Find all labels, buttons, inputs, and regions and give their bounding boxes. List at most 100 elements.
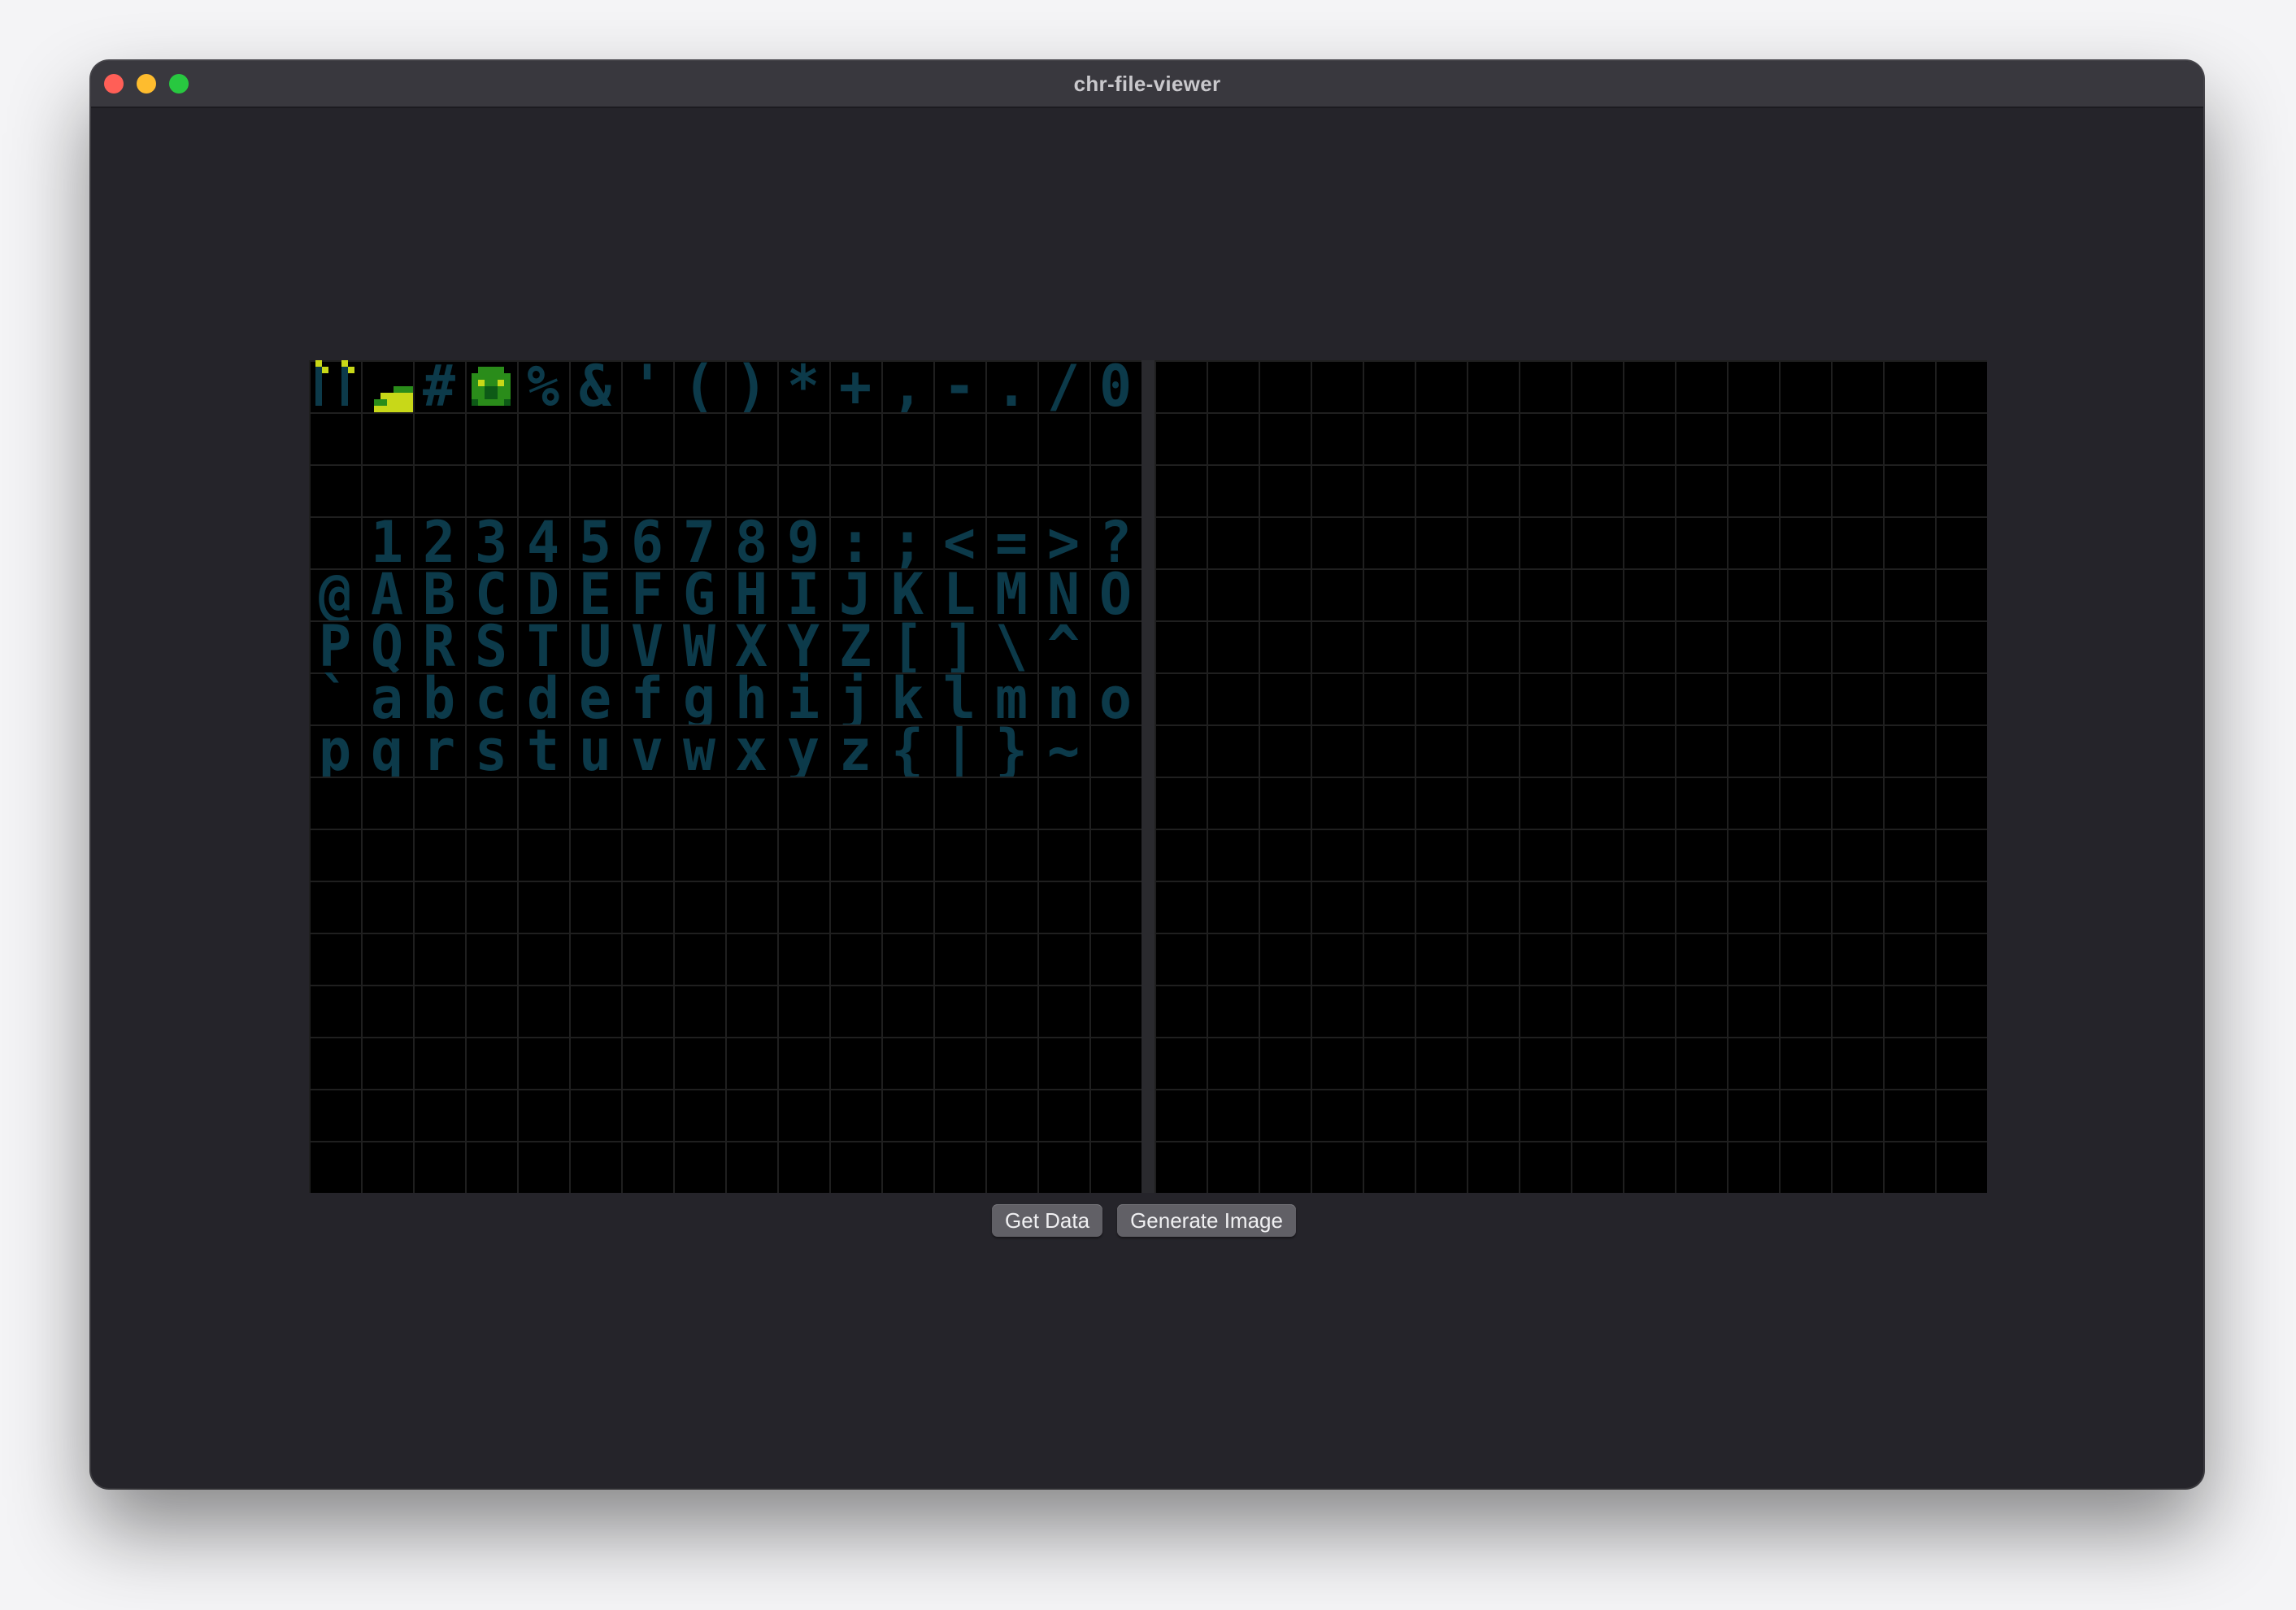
chr-tile: | [942, 724, 976, 777]
chr-tile: D [526, 568, 560, 620]
chr-tile: 0 [1098, 360, 1133, 412]
chr-tile: & [578, 360, 612, 412]
chr-tile: H [734, 568, 768, 620]
chr-tile: % [526, 360, 560, 412]
chr-tile: N [1046, 568, 1081, 620]
chr-tile: p [318, 724, 352, 777]
chr-tile: 7 [682, 516, 716, 568]
chr-tile: O [1098, 568, 1133, 620]
chr-tile: 4 [526, 516, 560, 568]
chr-tile: M [994, 568, 1028, 620]
app-window: chr-file-viewer #% & ' () * +, -. / 0 1 2 3 4 5 6 7 8 9:;… [91, 61, 2203, 1488]
chr-tile: \ [994, 620, 1028, 672]
chr-tile: P [318, 620, 352, 672]
chr-tile: ; [890, 516, 924, 568]
chr-tile: T [526, 620, 560, 672]
chr-tile: b [422, 672, 456, 724]
chr-tile: o [1098, 672, 1133, 724]
chr-tile: Y [786, 620, 820, 672]
chr-tile: u [578, 724, 612, 777]
chr-tile: k [890, 672, 924, 724]
chr-tile: < [942, 516, 976, 568]
chr-tile: S [474, 620, 508, 672]
chr-tile: j [838, 672, 872, 724]
chr-tile: C [474, 568, 508, 620]
bug-sprite-icon [465, 360, 517, 412]
chr-tile: [ [890, 620, 924, 672]
pattern-table-divider [1141, 360, 1155, 1193]
chr-tile: # [422, 360, 456, 412]
slope-sprite-icon [361, 360, 413, 412]
chr-tile: X [734, 620, 768, 672]
chr-tile: - [942, 360, 976, 412]
window-title: chr-file-viewer [1073, 72, 1221, 96]
chr-tile: . [994, 360, 1028, 412]
chr-tile: + [838, 360, 872, 412]
chr-tile: ) [734, 360, 768, 412]
action-bar: Get Data Generate Image [91, 1204, 2203, 1237]
chr-tile: 1 [370, 516, 404, 568]
chr-tile: i [786, 672, 820, 724]
chr-tile: e [578, 672, 612, 724]
chr-tile: t [526, 724, 560, 777]
get-data-button[interactable]: Get Data [992, 1204, 1103, 1237]
chr-tile: B [422, 568, 456, 620]
chr-tile: l [942, 672, 976, 724]
chr-tile: > [1046, 516, 1081, 568]
chr-tile: g [682, 672, 716, 724]
chr-tile: v [630, 724, 664, 777]
chr-tile: ] [942, 620, 976, 672]
chr-tile: Z [838, 620, 872, 672]
chr-tile: G [682, 568, 716, 620]
chr-tile: 2 [422, 516, 456, 568]
chr-tile: ? [1098, 516, 1133, 568]
chr-tile: @ [318, 568, 352, 620]
chr-tile: 5 [578, 516, 612, 568]
chr-tile: a [370, 672, 404, 724]
generate-image-button[interactable]: Generate Image [1117, 1204, 1296, 1237]
chr-tile: } [994, 724, 1028, 777]
chr-tile: { [890, 724, 924, 777]
chr-tile: F [630, 568, 664, 620]
chr-tile: h [734, 672, 768, 724]
chr-tile: d [526, 672, 560, 724]
chr-tile: 6 [630, 516, 664, 568]
chr-tile: L [942, 568, 976, 620]
chr-tile: s [474, 724, 508, 777]
chr-tile: c [474, 672, 508, 724]
chr-tile: r [422, 724, 456, 777]
chr-tile: K [890, 568, 924, 620]
chr-tile: * [786, 360, 820, 412]
chr-tile: V [630, 620, 664, 672]
chr-tile: , [890, 360, 924, 412]
chr-tile: w [682, 724, 716, 777]
chr-tile: q [370, 724, 404, 777]
chr-tile: y [786, 724, 820, 777]
title-bar[interactable]: chr-file-viewer [91, 61, 2203, 108]
chr-tile: U [578, 620, 612, 672]
chr-tile: I [786, 568, 820, 620]
chr-tile: 9 [786, 516, 820, 568]
chr-tile: A [370, 568, 404, 620]
chr-tile: W [682, 620, 716, 672]
chr-tile: R [422, 620, 456, 672]
chr-tile: : [838, 516, 872, 568]
chr-tile: J [838, 568, 872, 620]
pattern-table-left[interactable]: #% & ' () * +, -. / 0 1 2 3 4 5 6 7 8 9:; < = >? @ A B C D E F G H I J K… [309, 360, 1141, 1193]
chr-tile: ^ [1046, 620, 1081, 672]
chr-tile: ( [682, 360, 716, 412]
chr-tile: _ [1098, 620, 1133, 672]
chr-tile: n [1046, 672, 1081, 724]
chr-tile: ~ [1046, 724, 1081, 777]
chr-tile: 3 [474, 516, 508, 568]
chr-tile: x [734, 724, 768, 777]
chr-tile: ' [630, 360, 664, 412]
quote-sprite-icon [309, 360, 361, 412]
chr-tile: m [994, 672, 1028, 724]
chr-tile: E [578, 568, 612, 620]
chr-tile: ` [318, 672, 352, 724]
chr-tile: = [994, 516, 1028, 568]
chr-tile: f [630, 672, 664, 724]
chr-tile: / [1046, 360, 1081, 412]
pattern-table-right[interactable] [1155, 360, 1987, 1193]
